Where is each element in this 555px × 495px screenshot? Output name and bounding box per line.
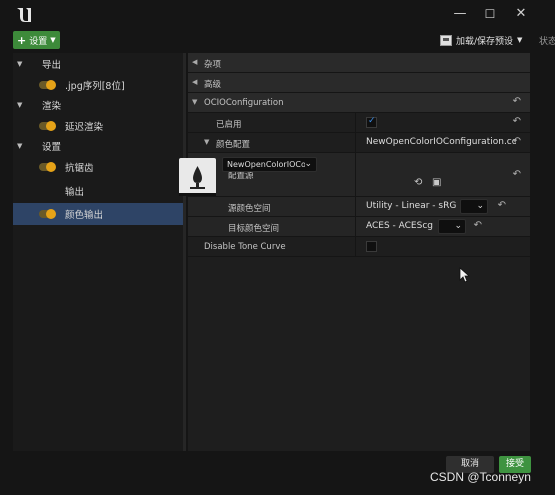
category-label: OCIOConfiguration xyxy=(204,98,284,108)
dest-colorspace-value: ACES - ACEScg xyxy=(366,221,433,231)
property-label: 已启用 xyxy=(216,120,242,130)
tree-label: 颜色输出 xyxy=(65,210,104,221)
collapsed-arrow-icon[interactable]: ◀ xyxy=(192,78,197,86)
reset-to-default-icon[interactable]: ↶ xyxy=(513,96,521,107)
toolbar: + 设置 ▼ 加载/保存预设 ▼ 状态 xyxy=(0,29,555,51)
ocio-asset-icon xyxy=(190,166,205,189)
expanded-arrow-icon[interactable]: ▼ xyxy=(192,98,197,106)
tree-label: 设置 xyxy=(42,142,62,153)
property-color-config: ▼ 颜色配置 NewOpenColorIOConfiguration.co ↶ xyxy=(188,133,530,153)
details-panel: ◀ 杂项 ◀ 高级 ▼ OCIOConfiguration ↶ 已启用 ↶ ▼ … xyxy=(188,53,530,451)
preset-button-label: 加载/保存预设 xyxy=(456,36,514,47)
preset-button[interactable]: 加载/保存预设 ▼ xyxy=(440,32,522,48)
enabled-checkbox[interactable] xyxy=(366,116,377,128)
expanded-arrow-icon[interactable]: ▼ xyxy=(204,138,209,146)
category-ocio[interactable]: ▼ OCIOConfiguration ↶ xyxy=(188,93,530,113)
category-advanced[interactable]: ◀ 高级 xyxy=(188,73,530,93)
expand-arrow-icon[interactable]: ▼ xyxy=(17,142,22,150)
tree-category-settings[interactable]: ▼ 设置 xyxy=(13,135,183,157)
chevron-down-icon: ⌄ xyxy=(454,221,462,231)
reset-to-default-icon[interactable]: ↶ xyxy=(513,136,521,147)
property-label: Disable Tone Curve xyxy=(204,242,286,252)
tree-label: 延迟渲染 xyxy=(65,122,104,133)
reset-to-default-icon[interactable]: ↶ xyxy=(513,116,521,127)
settings-tree: ▼ 导出 .jpg序列[8位] ▼ 渲染 延迟渲染 ▼ 设置 抗锯齿 输出 颜色… xyxy=(13,53,183,451)
tree-item-color-output[interactable]: 颜色输出 xyxy=(13,203,183,225)
config-asset-label: NewOpenColorIOConfiguration xyxy=(227,160,305,169)
watermark-text: CSDN @Tconneyn xyxy=(430,470,531,484)
property-source-colorspace: 源颜色空间 Utility - Linear - sRGB ⌄ ↶ xyxy=(188,197,530,217)
maximize-button[interactable]: ☐ xyxy=(482,6,498,22)
tree-item-deferred-render[interactable]: 延迟渲染 xyxy=(13,115,183,137)
tone-curve-checkbox[interactable] xyxy=(366,241,377,252)
tree-item-jpg-sequence[interactable]: .jpg序列[8位] xyxy=(13,74,183,96)
status-label: 状态 xyxy=(539,37,555,47)
property-disable-tone-curve: Disable Tone Curve xyxy=(188,237,530,257)
folder-icon[interactable]: ▣ xyxy=(432,177,441,188)
reset-to-default-icon[interactable]: ↶ xyxy=(498,200,506,211)
tree-label: 渲染 xyxy=(42,101,62,112)
tree-label: 抗锯齿 xyxy=(65,163,94,174)
tree-label: 输出 xyxy=(65,187,85,198)
category-label: 杂项 xyxy=(204,60,222,70)
settings-button[interactable]: + 设置 ▼ xyxy=(13,31,60,49)
panel-splitter[interactable] xyxy=(183,53,186,451)
property-label: 颜色配置 xyxy=(216,140,251,150)
property-label: 目标颜色空间 xyxy=(228,224,280,234)
chevron-down-icon: ▼ xyxy=(50,36,56,44)
collapsed-arrow-icon[interactable]: ◀ xyxy=(192,58,197,66)
unreal-logo-icon xyxy=(17,8,31,22)
enable-toggle[interactable] xyxy=(39,80,56,90)
tree-item-output[interactable]: 输出 xyxy=(13,180,183,202)
enable-toggle[interactable] xyxy=(39,121,56,131)
enable-toggle[interactable] xyxy=(39,162,56,172)
tree-label: 导出 xyxy=(42,60,62,71)
source-colorspace-value: Utility - Linear - sRGB xyxy=(366,201,456,211)
enable-toggle[interactable] xyxy=(39,209,56,219)
tree-label: .jpg序列[8位] xyxy=(65,81,125,92)
tree-category-export[interactable]: ▼ 导出 xyxy=(13,53,183,75)
mouse-cursor-icon xyxy=(459,267,471,283)
config-asset-dropdown[interactable]: NewOpenColorIOConfiguration ⌄ xyxy=(222,157,317,172)
thumbnail-border xyxy=(179,193,216,196)
save-preset-icon xyxy=(440,34,452,46)
category-misc[interactable]: ◀ 杂项 xyxy=(188,53,530,73)
category-label: 高级 xyxy=(204,80,222,90)
tree-category-render[interactable]: ▼ 渲染 xyxy=(13,94,183,116)
expand-arrow-icon[interactable]: ▼ xyxy=(17,60,22,68)
title-bar: — ☐ ✕ xyxy=(0,0,555,29)
chevron-down-icon: ⌄ xyxy=(304,159,312,169)
minimize-button[interactable]: — xyxy=(452,6,468,22)
chevron-down-icon: ▼ xyxy=(517,36,523,44)
expand-arrow-icon[interactable]: ▼ xyxy=(17,101,22,109)
settings-button-label: 设置 xyxy=(29,36,48,47)
property-dest-colorspace: 目标颜色空间 ACES - ACEScg ⌄ ↶ xyxy=(188,217,530,237)
property-enabled: 已启用 ↶ xyxy=(188,113,530,133)
chevron-down-icon: ⌄ xyxy=(476,201,484,211)
dest-colorspace-dropdown[interactable]: ⌄ xyxy=(438,219,466,234)
close-button[interactable]: ✕ xyxy=(513,6,529,22)
source-colorspace-dropdown[interactable]: ⌄ xyxy=(460,199,488,214)
color-config-value: NewOpenColorIOConfiguration.co xyxy=(366,137,516,147)
reset-to-default-icon[interactable]: ↶ xyxy=(474,220,482,231)
plus-icon: + xyxy=(17,33,27,47)
tree-item-antialiasing[interactable]: 抗锯齿 xyxy=(13,156,183,178)
reset-to-default-icon[interactable]: ↶ xyxy=(513,169,521,180)
ocio-asset-thumbnail[interactable] xyxy=(179,158,216,195)
browse-asset-icon[interactable]: ⟲ xyxy=(414,177,422,188)
property-label: 源颜色空间 xyxy=(228,204,271,214)
